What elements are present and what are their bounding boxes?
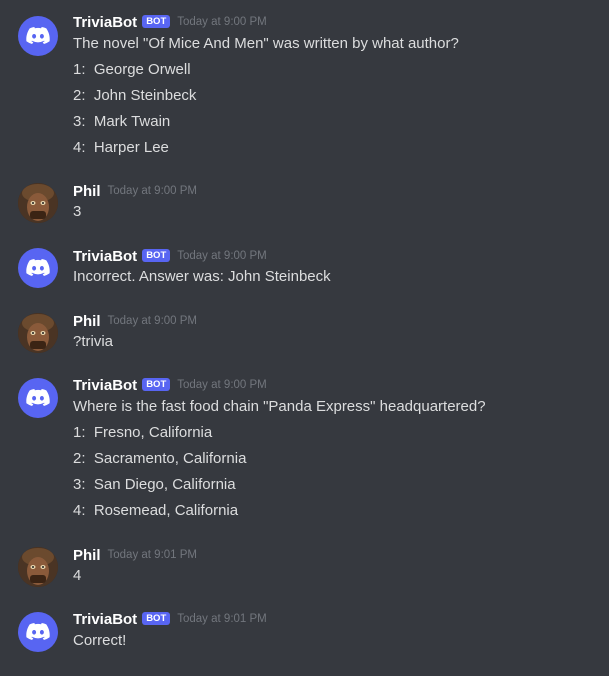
- message-text: The novel "Of Mice And Men" was written …: [73, 35, 459, 52]
- bot-avatar[interactable]: [18, 248, 58, 288]
- author-name[interactable]: Phil: [73, 547, 101, 564]
- chat-messages: TriviaBot BOT Today at 9:00 PM The novel…: [0, 0, 609, 676]
- message-header: TriviaBot BOT Today at 9:00 PM: [73, 246, 267, 266]
- answer-option: 4: Rosemead, California: [73, 502, 239, 519]
- user-avatar[interactable]: [18, 313, 58, 353]
- answer-option: 2: John Steinbeck: [73, 87, 197, 104]
- answer-option: 4: Harper Lee: [73, 139, 169, 156]
- answer-option: 3: Mark Twain: [73, 113, 171, 130]
- answer-option: 1: George Orwell: [73, 61, 191, 78]
- message-text: Incorrect. Answer was: John Steinbeck: [73, 268, 331, 285]
- timestamp: Today at 9:01 PM: [107, 549, 198, 561]
- message-text: Correct!: [73, 632, 127, 649]
- author-name[interactable]: TriviaBot: [73, 611, 137, 628]
- message-text: ?trivia: [73, 333, 114, 350]
- bot-avatar[interactable]: [18, 16, 58, 56]
- answer-option: 2: Sacramento, California: [73, 450, 247, 467]
- author-name[interactable]: Phil: [73, 313, 101, 330]
- user-avatar-icon: [18, 313, 58, 353]
- timestamp: Today at 9:00 PM: [177, 250, 267, 262]
- message-header: TriviaBot BOT Today at 9:00 PM: [73, 375, 267, 395]
- message-text: Where is the fast food chain "Panda Expr…: [73, 398, 486, 415]
- discord-logo-icon: [26, 389, 50, 406]
- user-avatar[interactable]: [18, 547, 58, 587]
- user-avatar-icon: [18, 547, 58, 587]
- timestamp: Today at 9:00 PM: [107, 185, 198, 197]
- timestamp: Today at 9:00 PM: [177, 16, 267, 28]
- message-header: TriviaBot BOT Today at 9:01 PM: [73, 609, 267, 629]
- discord-logo-icon: [26, 27, 50, 44]
- timestamp: Today at 9:00 PM: [107, 315, 198, 327]
- bot-tag: BOT: [142, 14, 171, 28]
- discord-logo-icon: [26, 623, 50, 640]
- bot-tag: BOT: [142, 248, 171, 262]
- author-name[interactable]: TriviaBot: [73, 377, 137, 394]
- author-name[interactable]: TriviaBot: [73, 14, 137, 31]
- message-text: 4: [73, 567, 82, 584]
- message-header: Phil Today at 9:00 PM: [73, 311, 197, 331]
- message-header: Phil Today at 9:00 PM: [73, 181, 197, 201]
- author-name[interactable]: Phil: [73, 183, 101, 200]
- bot-tag: BOT: [142, 377, 171, 391]
- message-header: Phil Today at 9:01 PM: [73, 545, 197, 565]
- message-text: 3: [73, 203, 82, 220]
- bot-avatar[interactable]: [18, 612, 58, 652]
- answer-option: 1: Fresno, California: [73, 424, 213, 441]
- timestamp: Today at 9:01 PM: [177, 613, 267, 625]
- user-avatar[interactable]: [18, 183, 58, 223]
- bot-avatar[interactable]: [18, 378, 58, 418]
- bot-tag: BOT: [142, 611, 171, 625]
- discord-logo-icon: [26, 259, 50, 276]
- answer-option: 3: San Diego, California: [73, 476, 236, 493]
- author-name[interactable]: TriviaBot: [73, 248, 137, 265]
- timestamp: Today at 9:00 PM: [177, 379, 267, 391]
- message-header: TriviaBot BOT Today at 9:00 PM: [73, 12, 267, 32]
- user-avatar-icon: [18, 183, 58, 223]
